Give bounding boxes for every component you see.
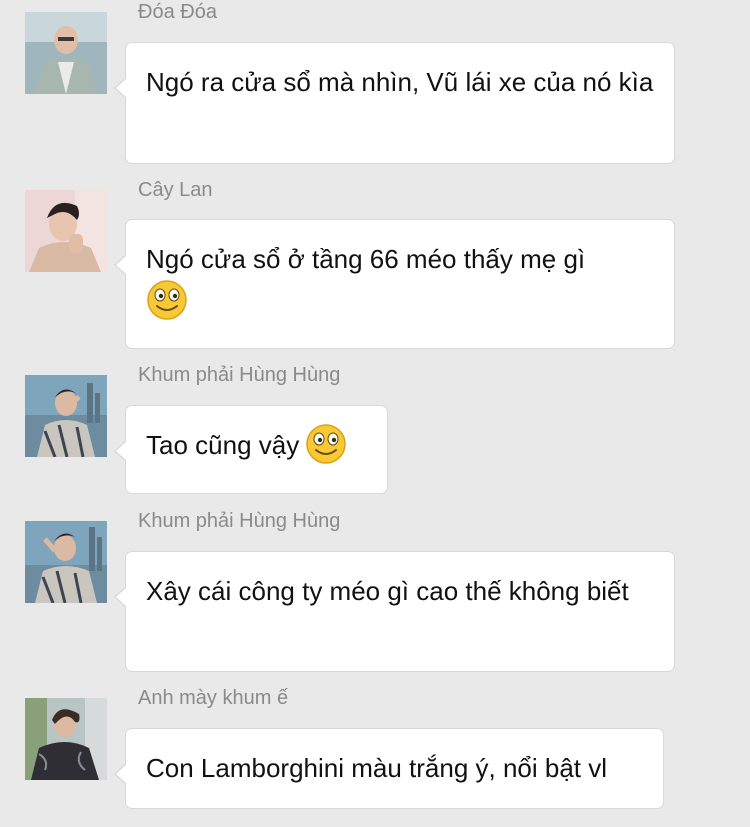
message-bubble[interactable]: Con Lamborghini màu trắng ý, nổi bật vl [114,728,664,809]
message-bubble[interactable]: Ngó ra cửa sổ mà nhìn, Vũ lái xe của nó … [114,42,675,164]
person-photo-avatar [25,521,107,603]
message-text: Ngó ra cửa sổ mà nhìn, Vũ lái xe của nó … [146,67,654,97]
avatar[interactable] [25,521,107,603]
sender-name: Khum phải Hùng Hùng [138,510,341,532]
person-photo-avatar [25,698,107,780]
smiley-emoji-icon [306,424,346,464]
message-text: Con Lamborghini màu trắng ý, nổi bật vl [146,753,608,783]
avatar[interactable] [25,375,107,457]
smiley-emoji-icon [147,280,187,320]
sender-name: Khum phải Hùng Hùng [138,364,341,386]
person-photo-avatar [25,12,107,94]
message-bubble[interactable]: Xây cái công ty méo gì cao thế không biế… [114,551,675,672]
sender-name: Đóa Đóa [138,1,217,23]
avatar[interactable] [25,190,107,272]
message-text: Tao cũng vậy [146,430,300,460]
message-text: Ngó cửa sổ ở tầng 66 méo thấy mẹ gì [146,244,586,274]
avatar[interactable] [25,12,107,94]
avatar[interactable] [25,698,107,780]
sender-name: Cây Lan [138,179,213,201]
sender-name: Anh mày khum ế [138,687,289,709]
person-photo-avatar [25,190,107,272]
message-bubble[interactable]: Tao cũng vậy [114,405,388,494]
message-text: Xây cái công ty méo gì cao thế không biế… [146,576,629,606]
person-photo-avatar [25,375,107,457]
message-bubble[interactable]: Ngó cửa sổ ở tầng 66 méo thấy mẹ gì [114,219,675,349]
